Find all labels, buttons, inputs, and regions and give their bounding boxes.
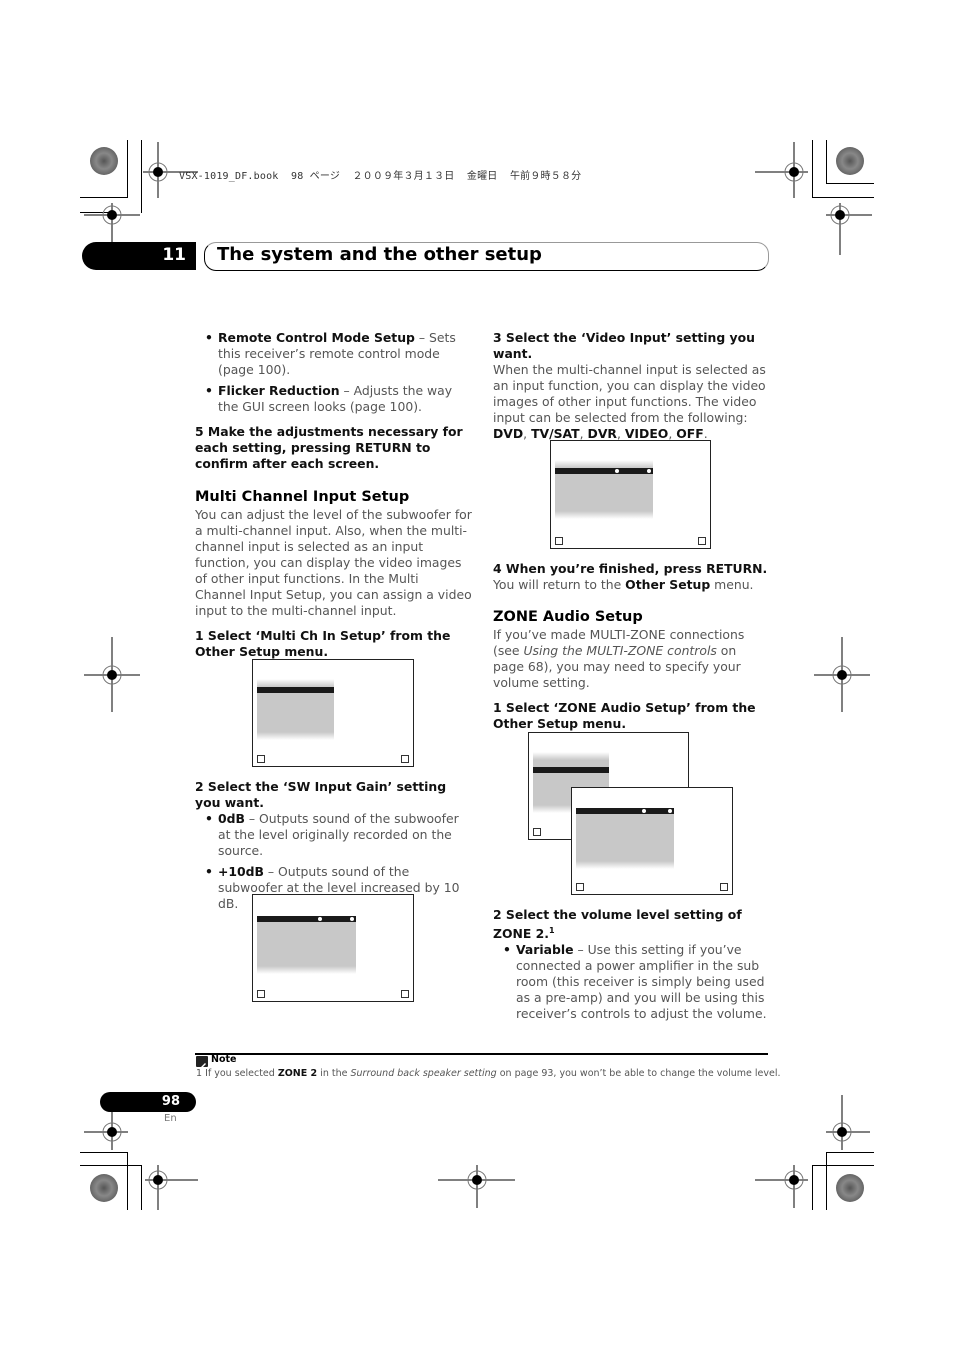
right-column-mid: 4 When you’re finished, press RETURN. Yo… bbox=[493, 561, 771, 732]
step-5: 5 Make the adjustments necessary for eac… bbox=[195, 424, 463, 471]
gui-screen-sw-gain bbox=[252, 894, 414, 1002]
cursor-dot-icon bbox=[318, 917, 322, 921]
bullet-0db: 0dB – Outputs sound of the subwoofer at … bbox=[195, 811, 473, 859]
right-column-lower: 2 Select the volume level setting of ZON… bbox=[493, 907, 771, 1022]
step-4-return: 4 When you’re finished, press RETURN. bbox=[493, 561, 768, 576]
return-icon bbox=[576, 883, 584, 891]
return-icon bbox=[555, 537, 563, 545]
menu-highlight-bar bbox=[257, 687, 334, 693]
print-header: VSX-1019_DF.book 98 ページ ２００９年３月１３日 金曜日 午… bbox=[179, 171, 582, 182]
chapter-title-box: The system and the other setup bbox=[204, 242, 769, 271]
step-3-body: When the multi-channel input is selected… bbox=[493, 362, 766, 441]
section-title-zone-audio: ZONE Audio Setup bbox=[493, 609, 643, 625]
note-divider bbox=[195, 1053, 768, 1055]
bullet-remote-control: Remote Control Mode Setup – Sets this re… bbox=[195, 330, 473, 378]
return-icon bbox=[533, 828, 541, 836]
section-title-multi-ch: Multi Channel Input Setup bbox=[195, 489, 410, 505]
chapter-number: 11 bbox=[162, 245, 186, 265]
page-language: En bbox=[164, 1113, 177, 1124]
section-body-zone-audio: If you’ve made MULTI-ZONE connections (s… bbox=[493, 627, 745, 690]
arrow-icon bbox=[350, 917, 354, 921]
step-3-video-input: 3 Select the ‘Video Input’ setting you w… bbox=[493, 330, 755, 361]
menu-highlight-bar bbox=[576, 808, 674, 814]
step-1-zone-audio: 1 Select ‘ZONE Audio Setup’ from the Oth… bbox=[493, 700, 756, 731]
return-icon bbox=[257, 755, 265, 763]
step-1-multi-ch: 1 Select ‘Multi Ch In Setup’ from the Ot… bbox=[195, 628, 451, 659]
gui-screen-zone-volume bbox=[571, 787, 733, 895]
enter-icon bbox=[720, 883, 728, 891]
footnote-ref[interactable]: 1 bbox=[549, 926, 555, 935]
footnote-1: 1 If you selected ZONE 2 in the Surround… bbox=[196, 1068, 781, 1079]
menu-highlight-bar bbox=[257, 916, 356, 922]
return-icon bbox=[257, 990, 265, 998]
gui-screen-video-input bbox=[550, 440, 711, 549]
page-number-tab: 98 bbox=[100, 1092, 196, 1112]
chapter-title: The system and the other setup bbox=[217, 244, 542, 265]
section-body-multi-ch: You can adjust the level of the subwoofe… bbox=[195, 507, 472, 618]
menu-highlight-bar bbox=[555, 468, 653, 474]
cursor-dot-icon bbox=[615, 469, 619, 473]
note-pencil-icon bbox=[196, 1056, 208, 1070]
registration-targets bbox=[84, 142, 872, 1210]
step-2-zone-volume: 2 Select the volume level setting of ZON… bbox=[493, 907, 742, 942]
note-label: Note bbox=[211, 1054, 237, 1065]
bullet-variable: Variable – Use this setting if you’ve co… bbox=[493, 942, 771, 1022]
enter-icon bbox=[698, 537, 706, 545]
page-number: 98 bbox=[161, 1094, 180, 1109]
cursor-dot-icon bbox=[642, 809, 646, 813]
gui-screen-multi-ch-menu bbox=[252, 659, 414, 767]
arrow-icon bbox=[647, 469, 651, 473]
step-2-sw-gain: 2 Select the ‘SW Input Gain’ setting you… bbox=[195, 779, 447, 810]
menu-panel bbox=[555, 460, 653, 519]
left-column: Remote Control Mode Setup – Sets this re… bbox=[195, 330, 473, 660]
arrow-icon bbox=[668, 809, 672, 813]
menu-panel bbox=[257, 679, 334, 740]
enter-icon bbox=[401, 990, 409, 998]
chapter-tab: 11 bbox=[82, 242, 196, 270]
menu-panel bbox=[576, 808, 674, 869]
menu-panel bbox=[257, 916, 356, 974]
left-column-lower: 2 Select the ‘SW Input Gain’ setting you… bbox=[195, 779, 473, 912]
bullet-flicker: Flicker Reduction – Adjusts the way the … bbox=[195, 383, 473, 415]
menu-highlight-bar bbox=[533, 767, 609, 773]
enter-icon bbox=[401, 755, 409, 763]
right-column: 3 Select the ‘Video Input’ setting you w… bbox=[493, 330, 771, 442]
step-4-body: You will return to the Other Setup menu. bbox=[493, 577, 754, 592]
